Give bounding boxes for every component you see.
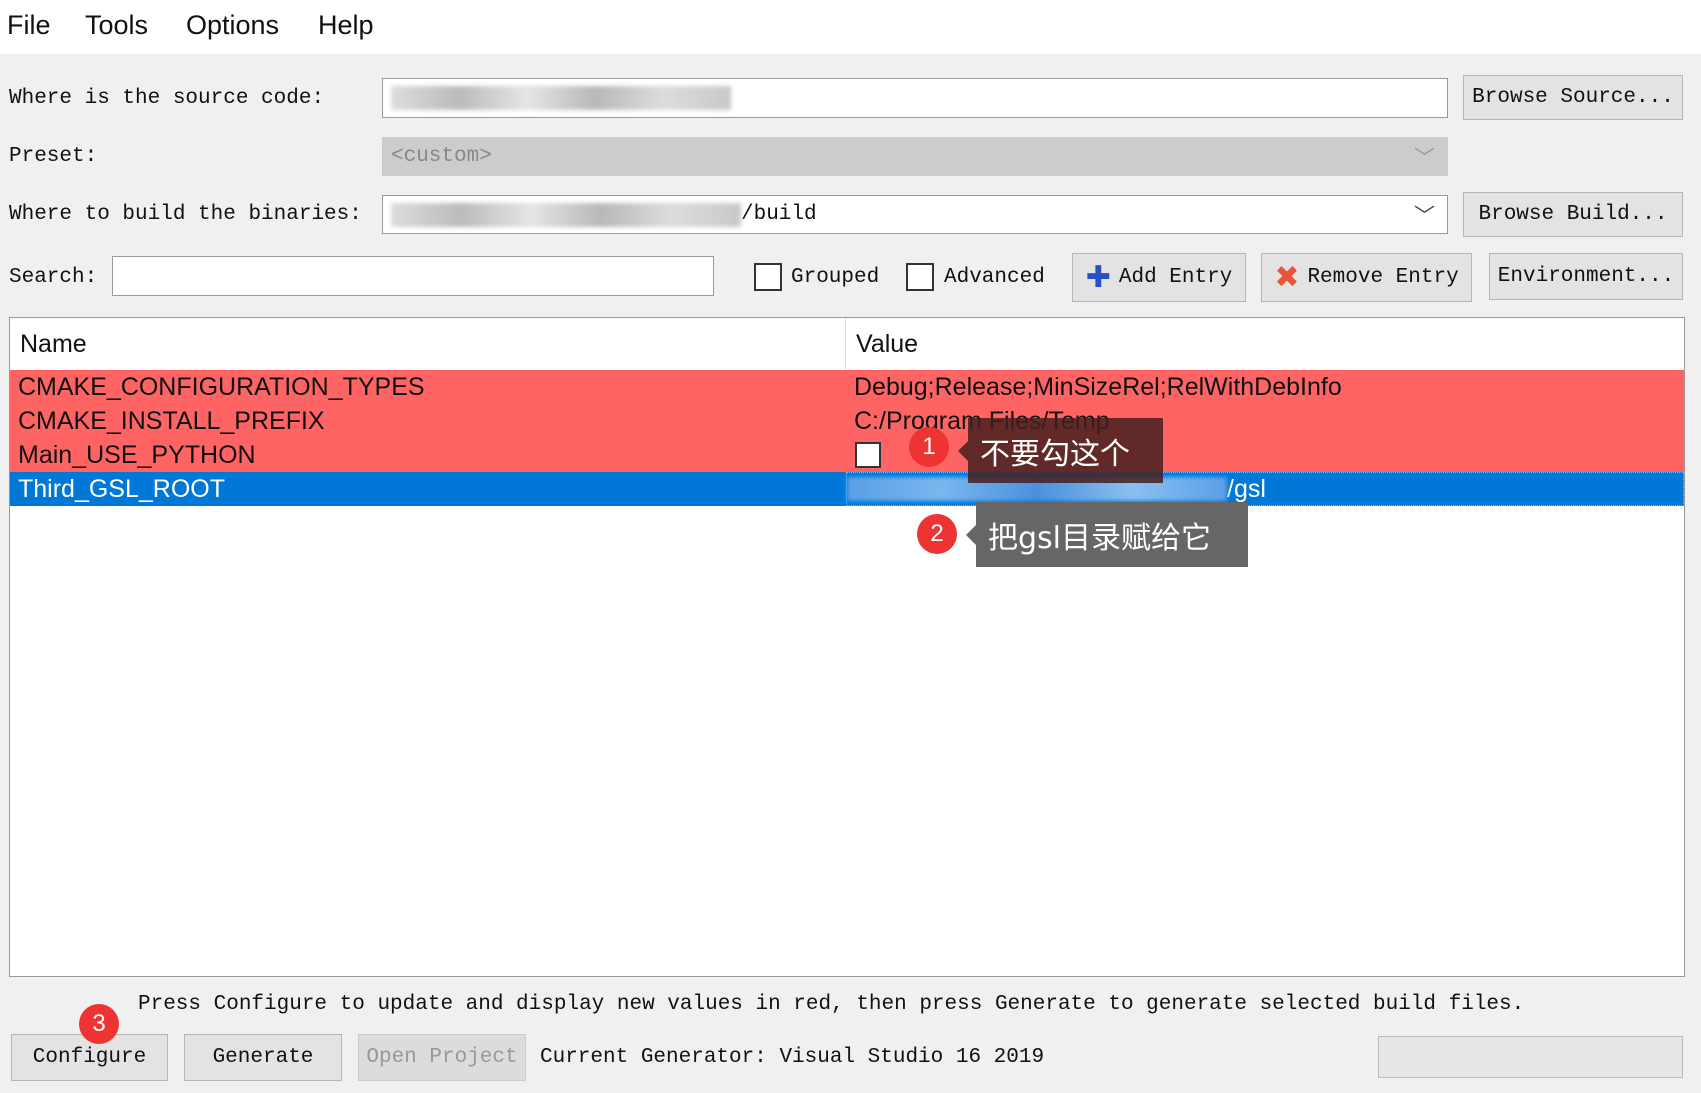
grouped-checkbox[interactable] (754, 263, 782, 291)
search-label: Search: (9, 266, 98, 289)
entry-checkbox[interactable] (855, 442, 881, 468)
advanced-label: Advanced (944, 266, 1045, 289)
source-input[interactable] (382, 78, 1448, 118)
chevron-down-icon[interactable]: ﹀ (1414, 200, 1435, 230)
table-row[interactable]: CMAKE_CONFIGURATION_TYPES Debug;Release;M… (10, 370, 1684, 404)
entry-name: Third_GSL_ROOT (18, 474, 226, 503)
current-generator: Current Generator: Visual Studio 16 2019 (540, 1046, 1045, 1069)
open-project-button: Open Project (358, 1034, 526, 1081)
annotation-badge-2: 2 (917, 514, 957, 554)
advanced-checkbox[interactable] (906, 263, 934, 291)
plus-icon: ✚ (1085, 260, 1111, 295)
menu-help[interactable]: Help (318, 10, 374, 41)
browse-build-button[interactable]: Browse Build... (1463, 192, 1683, 237)
add-entry-button[interactable]: ✚ Add Entry (1072, 253, 1246, 302)
column-header-value[interactable]: Value (846, 318, 1684, 370)
build-input[interactable]: /build ﹀ (382, 195, 1448, 234)
preset-select[interactable]: <custom> ﹀ (382, 137, 1448, 176)
menu-options[interactable]: Options (186, 10, 279, 41)
progress-bar (1378, 1036, 1683, 1078)
build-label: Where to build the binaries: (9, 203, 362, 226)
annotation-tooltip-1: 不要勾这个 (958, 418, 1163, 483)
table-row[interactable]: CMAKE_INSTALL_PREFIXC:/Program Files/Tem… (10, 404, 1684, 438)
preset-label: Preset: (9, 145, 98, 168)
entry-value: /gsl (1227, 474, 1266, 503)
entry-name: CMAKE_INSTALL_PREFIX (18, 406, 325, 435)
grouped-label: Grouped (791, 266, 880, 289)
entry-name: CMAKE_CONFIGURATION_TYPES (18, 372, 425, 401)
browse-source-button[interactable]: Browse Source... (1463, 75, 1683, 120)
environment-button[interactable]: Environment... (1489, 253, 1683, 300)
column-header-name[interactable]: Name (10, 318, 846, 370)
generate-button[interactable]: Generate (184, 1034, 342, 1081)
menu-tools[interactable]: Tools (85, 10, 148, 41)
entry-value[interactable]: Debug;Release;MinSizeRel;RelWithDebInfo (854, 373, 1342, 402)
x-icon: ✖ (1274, 260, 1300, 295)
search-input[interactable] (112, 256, 714, 296)
chevron-down-icon: ﹀ (1414, 148, 1435, 172)
add-entry-label: Add Entry (1118, 266, 1233, 289)
remove-entry-label: Remove Entry (1307, 266, 1459, 289)
remove-entry-button[interactable]: ✖ Remove Entry (1261, 253, 1472, 302)
table-row-selected[interactable]: Third_GSL_ROOT/gsl (10, 472, 1684, 506)
menu-file[interactable]: File (7, 10, 51, 41)
redacted-path (391, 202, 741, 227)
table-row[interactable]: Main_USE_PYTHON (10, 438, 1684, 472)
status-text: Press Configure to update and display ne… (138, 993, 1525, 1016)
build-suffix: /build (741, 203, 817, 226)
annotation-badge-3: 3 (79, 1004, 119, 1044)
preset-value: <custom> (391, 145, 492, 168)
annotation-badge-1: 1 (909, 427, 949, 467)
entry-name: Main_USE_PYTHON (18, 440, 256, 469)
source-label: Where is the source code: (9, 87, 325, 110)
cache-table: Name Value CMAKE_CONFIGURATION_TYPES Debu… (9, 317, 1685, 977)
menu-bar: File Tools Options Help (0, 0, 1701, 54)
annotation-tooltip-2: 把gsl目录赋给它 (966, 502, 1248, 567)
redacted-path (391, 86, 731, 110)
